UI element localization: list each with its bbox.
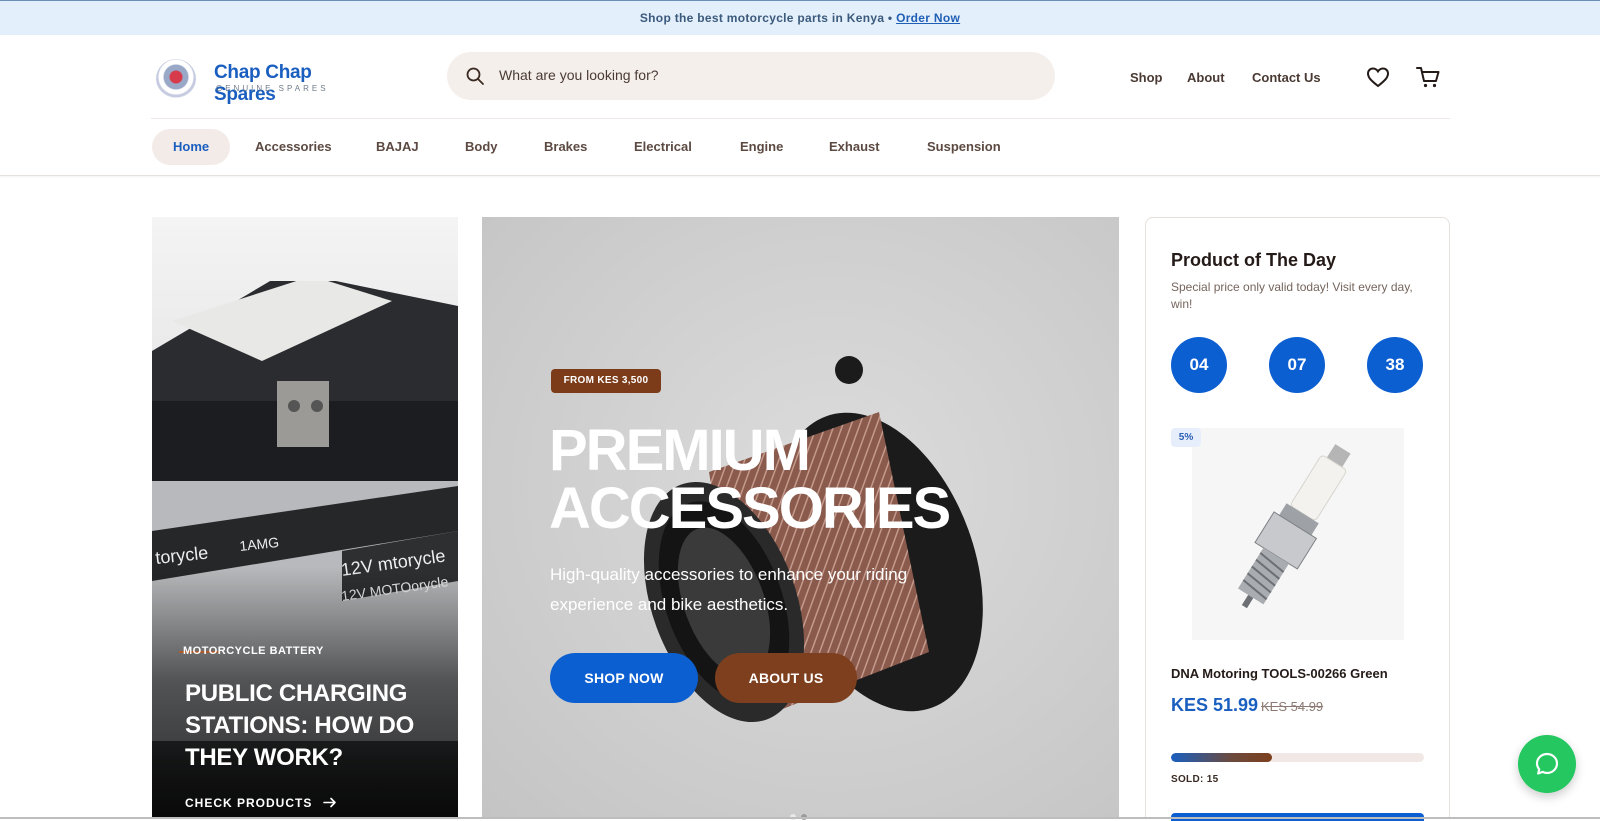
sold-label: SOLD: [1171,774,1204,785]
product-price: KES 51.99 [1171,695,1259,715]
timer-seconds: 38 [1367,337,1423,393]
sold-progress-fill [1171,753,1273,762]
category-electrical[interactable]: Electrical [634,129,692,165]
price-badge: FROM KES 3,500 [551,369,661,393]
logo[interactable]: Chap Chap Spares GENUINE SPARES [156,59,376,105]
shop-now-button[interactable]: SHOP NOW [550,653,698,703]
chat-icon [1535,752,1559,775]
card-eyebrow: MOTORCYCLE BATTERY [183,645,324,657]
about-us-button[interactable]: ABOUT US [715,653,857,703]
sold-progress-bar [1171,753,1424,762]
nav-shop[interactable]: Shop [1130,70,1163,85]
sold-count: SOLD: 15 [1171,774,1218,785]
category-exhaust[interactable]: Exhaust [829,129,880,165]
card-title: PUBLIC CHARGING STATIONS: HOW DO THEY WO… [185,680,414,771]
product-old-price: KES 54.99 [1261,699,1324,714]
hero-subtitle: High-quality accessories to enhance your… [550,565,908,614]
deal-subtitle: Special price only valid today! Visit ev… [1171,280,1413,311]
heart-icon[interactable] [1365,64,1391,90]
logo-emblem-icon [156,59,196,99]
category-bajaj[interactable]: BAJAJ [376,129,419,165]
timer-hours: 04 [1171,337,1227,393]
order-now-link[interactable]: Order Now [896,11,960,25]
arrow-right-icon [322,797,336,808]
announcement-bar: Shop the best motorcycle parts in Kenya … [0,0,1600,35]
hero-title: PREMIUM ACCESSORIES [549,418,951,541]
announcement-text: Shop the best motorcycle parts in Kenya … [639,11,893,25]
category-accessories[interactable]: Accessories [255,129,332,165]
chat-button[interactable] [1518,735,1576,793]
cart-icon[interactable] [1415,64,1441,90]
sold-value: 15 [1206,774,1219,785]
timer-minutes: 07 [1269,337,1325,393]
check-products-link[interactable]: CHECK PRODUCTS [185,796,337,810]
search-icon [466,67,484,85]
category-home[interactable]: Home [152,129,231,165]
category-brakes[interactable]: Brakes [544,129,587,165]
nav-contact-us[interactable]: Contact Us [1252,70,1321,85]
category-nav: Home Accessories BAJAJ Body Brakes Elect… [0,119,1600,176]
brand-tagline: GENUINE SPARES [216,84,329,93]
search-input[interactable]: What are you looking for? [447,52,1055,100]
check-products-label: CHECK PRODUCTS [185,796,313,810]
nav-about[interactable]: About [1187,70,1225,85]
category-body[interactable]: Body [465,129,498,165]
spark-plug-image[interactable] [1192,428,1404,640]
discount-badge: 5% [1171,428,1201,447]
site-header: Chap Chap Spares GENUINE SPARES What are… [0,35,1600,118]
category-suspension[interactable]: Suspension [927,129,1001,165]
category-engine[interactable]: Engine [740,129,783,165]
search-placeholder: What are you looking for? [499,67,659,83]
deal-title: Product of The Day [1171,250,1337,270]
product-name[interactable]: DNA Motoring TOOLS-00266 Green [1171,666,1388,681]
